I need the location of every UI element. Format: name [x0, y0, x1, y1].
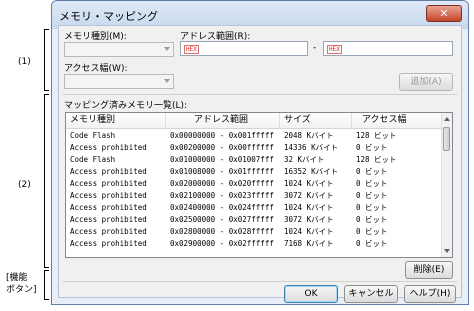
help-button[interactable]: ヘルプ(H) [404, 285, 456, 303]
cell-address-range: 0x01000000 - 0x01007fff [170, 155, 274, 164]
cell-size: 1024 Kバイト [284, 227, 334, 236]
table-row[interactable]: Code Flash 0x00000000 - 0x001fffff 2048 Kバ… [66, 130, 444, 142]
scroll-up-icon[interactable] [444, 117, 450, 121]
annotation-label-2: (2) [18, 180, 31, 190]
table-row[interactable]: Access prohibited 0x02500000 - 0x027fffff… [66, 214, 444, 226]
cell-memory-type: Access prohibited [70, 215, 147, 224]
cell-address-range: 0x01008000 - 0x01ffffff [170, 167, 274, 176]
cell-access-width: 0 ビット [356, 179, 388, 188]
annotation-bracket-3 [44, 270, 49, 300]
dialog-title: メモリ・マッピング [59, 10, 158, 23]
cell-access-width: 128 ビット [356, 155, 397, 164]
cell-access-width: 0 ビット [356, 143, 388, 152]
column-header-size[interactable]: サイズ [280, 113, 352, 128]
cell-memory-type: Access prohibited [70, 143, 147, 152]
address-start-input[interactable]: HEX [180, 41, 308, 56]
cell-size: 1024 Kバイト [284, 179, 334, 188]
cell-memory-type: Access prohibited [70, 167, 147, 176]
cell-memory-type: Code Flash [70, 131, 116, 140]
table-row[interactable]: Access prohibited 0x02400000 - 0x024fffff… [66, 202, 444, 214]
scrollbar-thumb[interactable] [443, 127, 450, 151]
cancel-button[interactable]: キャンセル [344, 285, 398, 303]
cell-access-width: 0 ビット [356, 227, 388, 236]
cell-size: 2048 Kバイト [284, 131, 334, 140]
table-row[interactable]: Access prohibited 0x02800000 - 0x028fffff… [66, 226, 444, 238]
access-width-combo[interactable] [64, 74, 174, 89]
table-row[interactable]: Access prohibited 0x01008000 - 0x01ffffff… [66, 166, 444, 178]
dialog-client-area: メモリ種別(M): アドレス範囲(R): HEX - HEX アクセス幅(W):… [58, 25, 462, 303]
address-end-input[interactable]: HEX [323, 41, 453, 56]
annotation-label-1: (1) [18, 57, 31, 67]
add-button[interactable]: 追加(A) [399, 73, 453, 91]
cell-access-width: 0 ビット [356, 239, 388, 248]
cell-memory-type: Access prohibited [70, 179, 147, 188]
annotation-bracket-2 [44, 94, 49, 268]
cell-address-range: 0x02800000 - 0x028fffff [170, 227, 274, 236]
hex-badge-icon: HEX [184, 45, 199, 54]
cell-access-width: 0 ビット [356, 191, 388, 200]
cell-address-range: 0x00000000 - 0x001fffff [170, 131, 274, 140]
table-row[interactable]: Access prohibited 0x02900000 - 0x02ffffff… [66, 238, 444, 250]
cell-access-width: 128 ビット [356, 131, 397, 140]
cell-address-range: 0x02400000 - 0x024fffff [170, 203, 274, 212]
table-row[interactable]: Code Flash 0x01000000 - 0x01007fff 32 Kバイト… [66, 154, 444, 166]
delete-button[interactable]: 削除(E) [405, 261, 453, 279]
vertical-scrollbar[interactable] [441, 113, 452, 257]
column-header-address-range[interactable]: アドレス範囲 [166, 113, 280, 128]
mapped-memory-list-label: マッピング済みメモリ一覧(L): [64, 101, 188, 111]
cell-size: 14336 Kバイト [284, 143, 339, 152]
cell-size: 32 Kバイト [284, 155, 325, 164]
close-icon: ✕ [439, 7, 449, 20]
cell-access-width: 0 ビット [356, 215, 388, 224]
footer-divider [63, 281, 457, 282]
cell-access-width: 0 ビット [356, 203, 388, 212]
cell-size: 1024 Kバイト [284, 203, 334, 212]
ok-button[interactable]: OK [284, 285, 338, 303]
chevron-down-icon [164, 79, 170, 83]
annotation-label-3: [機能 ボタン] [6, 273, 37, 295]
annotation-bracket-1 [44, 29, 49, 91]
chevron-down-icon [164, 47, 170, 51]
cell-size: 16352 Kバイト [284, 167, 339, 176]
range-separator: - [313, 43, 317, 53]
cell-size: 3072 Kバイト [284, 191, 334, 200]
cell-access-width: 0 ビット [356, 167, 388, 176]
list-header: メモリ種別 アドレス範囲 サイズ アクセス幅 [66, 113, 444, 129]
column-header-access-width[interactable]: アクセス幅 [352, 113, 444, 128]
column-header-memory-type[interactable]: メモリ種別 [66, 113, 166, 128]
cell-address-range: 0x02500000 - 0x027fffff [170, 215, 274, 224]
table-row[interactable]: Access prohibited 0x00200000 - 0x00ffffff… [66, 142, 444, 154]
cell-memory-type: Access prohibited [70, 191, 147, 200]
cell-memory-type: Access prohibited [70, 227, 147, 236]
cell-address-range: 0x02100000 - 0x023fffff [170, 191, 274, 200]
cell-memory-type: Code Flash [70, 155, 116, 164]
cell-address-range: 0x00200000 - 0x00ffffff [170, 143, 274, 152]
cell-size: 3072 Kバイト [284, 215, 334, 224]
section-divider [63, 94, 457, 95]
hex-badge-icon: HEX [327, 45, 342, 54]
memory-mapping-dialog: メモリ・マッピング ✕ メモリ種別(M): アドレス範囲(R): HEX - H… [51, 0, 469, 305]
access-width-label: アクセス幅(W): [64, 64, 128, 74]
memory-type-label: メモリ種別(M): [64, 32, 127, 42]
mapped-memory-list[interactable]: メモリ種別 アドレス範囲 サイズ アクセス幅 Code Flash 0x00000… [65, 112, 453, 258]
cell-size: 7168 Kバイト [284, 239, 334, 248]
table-row[interactable]: Access prohibited 0x02100000 - 0x023fffff… [66, 190, 444, 202]
cell-memory-type: Access prohibited [70, 239, 147, 248]
scroll-down-icon[interactable] [444, 249, 450, 253]
table-row[interactable]: Access prohibited 0x02000000 - 0x020fffff… [66, 178, 444, 190]
close-button[interactable]: ✕ [426, 5, 462, 22]
cell-address-range: 0x02000000 - 0x020fffff [170, 179, 274, 188]
cell-address-range: 0x02900000 - 0x02ffffff [170, 239, 274, 248]
memory-type-combo[interactable] [64, 42, 174, 57]
cell-memory-type: Access prohibited [70, 203, 147, 212]
